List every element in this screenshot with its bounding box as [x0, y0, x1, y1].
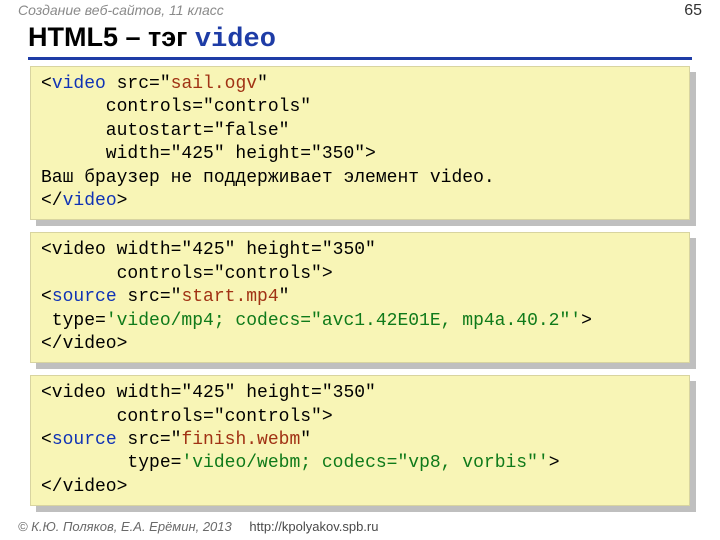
type-pre: type= [41, 311, 106, 331]
tag-source: source [52, 287, 117, 307]
code-content: <video width="425" height="350" controls… [30, 375, 690, 506]
angle: </ [41, 191, 63, 211]
line: width="425" height="350"> [41, 144, 376, 164]
angle: > [581, 311, 592, 331]
src-value: start.mp4 [181, 287, 278, 307]
code-block-1: <video src="sail.ogv" controls="controls… [30, 66, 690, 220]
line: <video width="425" height="350" [41, 383, 376, 403]
page-number: 65 [684, 2, 702, 20]
top-bar: Создание веб-сайтов, 11 класс 65 [0, 0, 720, 20]
attr-text: src=" [106, 74, 171, 94]
course-label: Создание веб-сайтов, 11 класс [18, 2, 224, 18]
angle: > [549, 453, 560, 473]
type-value: 'video/webm; codecs="vp8, vorbis"' [181, 453, 548, 473]
attr-end: " [257, 74, 268, 94]
type-value: 'video/mp4; codecs="avc1.42E01E, mp4a.40… [106, 311, 581, 331]
type-pre: type= [41, 453, 181, 473]
line: controls="controls"> [41, 407, 333, 427]
tag-source: source [52, 430, 117, 450]
tag-video: video [52, 74, 106, 94]
footer-url: http://kpolyakov.spb.ru [249, 519, 378, 534]
code-content: <video src="sail.ogv" controls="controls… [30, 66, 690, 220]
angle: < [41, 74, 52, 94]
attr-text: src=" [117, 430, 182, 450]
line: autostart="false" [41, 121, 289, 141]
slide-title: HTML5 – тэг video [28, 22, 692, 60]
code-content: <video width="425" height="350" controls… [30, 232, 690, 363]
code-block-3: <video width="425" height="350" controls… [30, 375, 690, 506]
tag-video-close: video [63, 191, 117, 211]
code-block-2: <video width="425" height="350" controls… [30, 232, 690, 363]
attr-end: " [279, 287, 290, 307]
angle: < [41, 287, 52, 307]
title-prefix: HTML5 – тэг [28, 22, 195, 52]
fallback-text: Ваш браузер не поддерживает элемент vide… [41, 168, 495, 188]
line: controls="controls"> [41, 264, 333, 284]
copyright-text: © К.Ю. Поляков, Е.А. Ерёмин, 2013 [18, 519, 232, 534]
line: </video> [41, 477, 127, 497]
footer: © К.Ю. Поляков, Е.А. Ерёмин, 2013 http:/… [18, 519, 378, 534]
line: </video> [41, 334, 127, 354]
line: <video width="425" height="350" [41, 240, 376, 260]
src-value: sail.ogv [171, 74, 257, 94]
attr-text: src=" [117, 287, 182, 307]
angle: < [41, 430, 52, 450]
attr-end: " [300, 430, 311, 450]
title-tag: video [195, 25, 276, 55]
angle: > [117, 191, 128, 211]
line: controls="controls" [41, 97, 311, 117]
code-blocks-container: <video src="sail.ogv" controls="controls… [30, 66, 690, 518]
src-value: finish.webm [181, 430, 300, 450]
